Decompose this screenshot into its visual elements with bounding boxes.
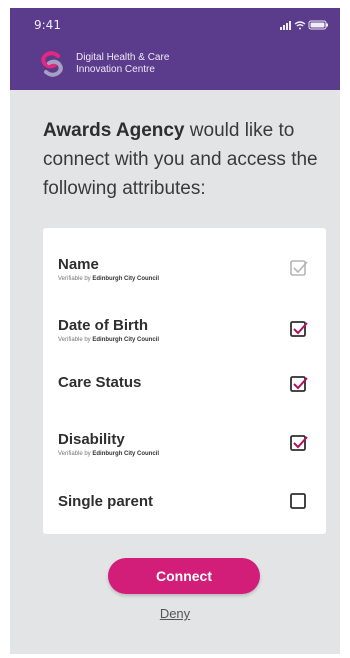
- attribute-name: Date of Birth: [58, 317, 148, 334]
- attributes-card: Name Verifiable by Edinburgh City Counci…: [43, 228, 326, 534]
- attribute-name: Disability: [58, 431, 125, 448]
- consent-prompt: Awards Agency would like to connect with…: [43, 116, 328, 203]
- battery-icon: [308, 20, 328, 30]
- attribute-name: Single parent: [58, 493, 154, 510]
- requesting-org: Awards Agency: [43, 120, 185, 141]
- attribute-row[interactable]: Disability Verifiable by Edinburgh City …: [58, 431, 313, 473]
- deny-link[interactable]: Deny: [10, 606, 340, 621]
- status-icons-svg: [280, 20, 328, 30]
- verification-text: Verifiable by Edinburgh City Council: [58, 276, 160, 282]
- attribute-name: Name: [58, 256, 99, 273]
- checkbox-checked-icon[interactable]: [290, 320, 308, 338]
- checkbox-checked-icon[interactable]: [290, 434, 308, 452]
- checkbox-checked-disabled-icon[interactable]: [290, 259, 308, 277]
- checkbox-unchecked-icon[interactable]: [290, 492, 308, 510]
- checkbox-checked-icon[interactable]: [290, 375, 308, 393]
- header-bar: 9:41 Digital Health & Care Innovation Ce…: [10, 8, 340, 90]
- status-time: 9:41: [34, 18, 61, 32]
- connect-button[interactable]: Connect: [108, 558, 260, 594]
- attribute-row[interactable]: Name Verifiable by Edinburgh City Counci…: [58, 256, 313, 298]
- attribute-row[interactable]: Care Status: [58, 374, 313, 416]
- phone-screen: 9:41 Digital Health & Care Innovation Ce…: [10, 8, 340, 654]
- brand-name: Digital Health & Care Innovation Centre: [76, 52, 170, 75]
- attribute-row[interactable]: Date of Birth Verifiable by Edinburgh Ci…: [58, 317, 313, 359]
- dhcic-logo-icon: [41, 51, 63, 77]
- attribute-row[interactable]: Single parent: [58, 493, 313, 535]
- system-icons: [280, 19, 330, 31]
- wifi-icon: [294, 21, 306, 30]
- verification-text: Verifiable by Edinburgh City Council: [58, 337, 160, 343]
- verification-text: Verifiable by Edinburgh City Council: [58, 451, 160, 457]
- brand: Digital Health & Care Innovation Centre: [38, 46, 206, 82]
- attribute-name: Care Status: [58, 374, 142, 391]
- signal-icon: [280, 21, 291, 30]
